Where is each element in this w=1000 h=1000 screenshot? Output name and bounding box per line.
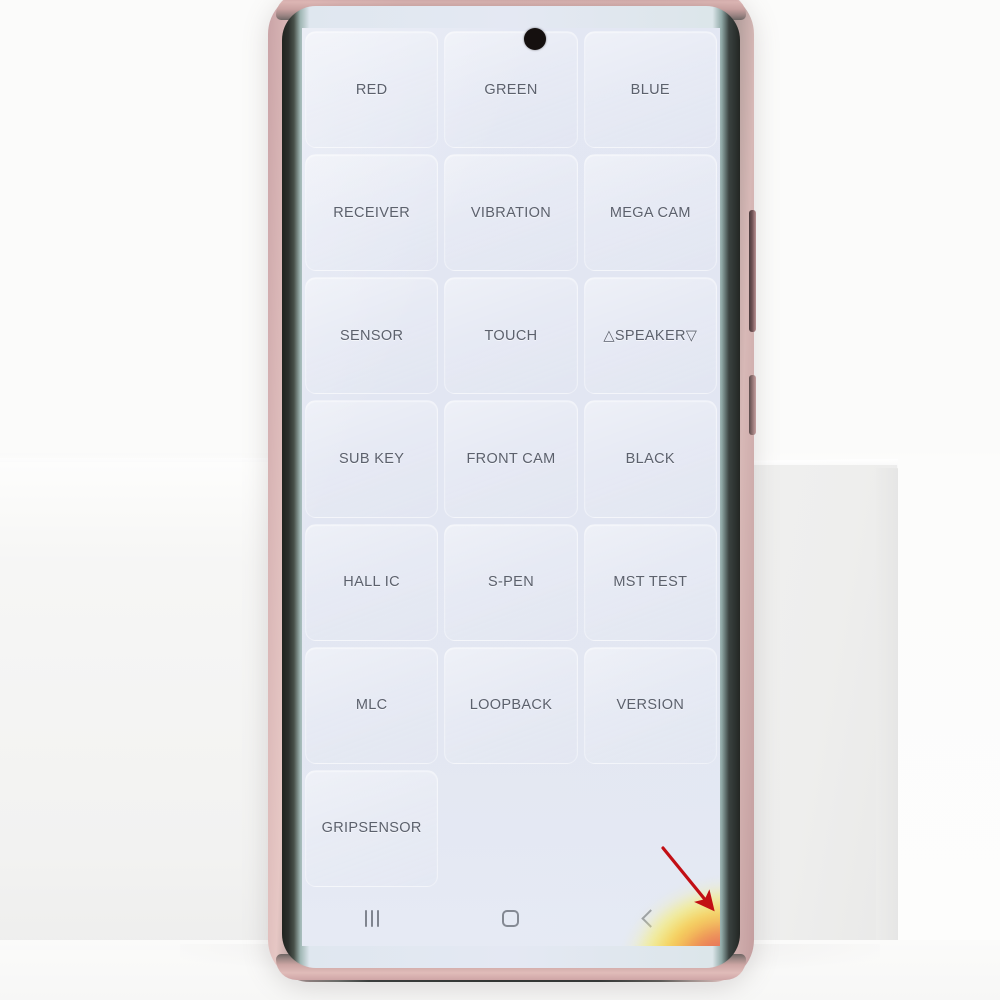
test-button-label: MEGA CAM — [609, 204, 691, 221]
test-button[interactable]: RECEIVER — [302, 151, 441, 274]
back-button[interactable] — [605, 895, 695, 941]
test-button[interactable]: BLUE — [581, 28, 720, 151]
test-button-label: GRIPSENSOR — [321, 820, 422, 837]
test-button-label: △SPEAKER▽ — [603, 327, 698, 344]
back-icon — [641, 908, 660, 928]
test-button-label: RED — [355, 81, 388, 98]
test-button-label: SENSOR — [339, 327, 404, 344]
navigation-bar — [302, 890, 720, 946]
test-button-label: LOOPBACK — [469, 697, 553, 714]
test-button[interactable]: GRIPSENSOR — [302, 767, 441, 890]
test-button-label: TOUCH — [484, 327, 538, 344]
test-button[interactable]: MLC — [302, 644, 441, 767]
test-button[interactable]: S-PEN — [441, 521, 580, 644]
test-button[interactable]: TOUCH — [441, 274, 580, 397]
test-button[interactable]: HALL IC — [302, 521, 441, 644]
grid-cell-empty — [441, 767, 580, 890]
test-button-grid: RED GREEN BLUE RECEIVER VIBRATION MEGA CAM SEN… — [302, 28, 720, 890]
volume-rocker-button[interactable] — [749, 210, 756, 332]
test-button[interactable]: △SPEAKER▽ — [581, 274, 720, 397]
photo-scene: RED GREEN BLUE RECEIVER VIBRATION MEGA CAM SEN… — [0, 0, 1000, 1000]
test-button-label: MLC — [355, 697, 388, 714]
test-button-label: VERSION — [616, 697, 685, 714]
recents-button[interactable] — [327, 895, 417, 941]
grid-cell-empty — [581, 767, 720, 890]
test-button-label: BLUE — [630, 81, 670, 98]
test-button-label: SUB KEY — [339, 450, 405, 467]
home-icon — [502, 909, 520, 927]
test-button-label: GREEN — [484, 81, 538, 98]
recents-icon — [364, 909, 379, 927]
test-button-label: BLACK — [625, 450, 675, 467]
test-button-label: MST TEST — [613, 574, 688, 591]
punch-hole-camera-icon — [524, 28, 546, 50]
screen-bezel: RED GREEN BLUE RECEIVER VIBRATION MEGA CAM SEN… — [282, 6, 740, 968]
test-button-label: FRONT CAM — [466, 450, 556, 467]
left-white-surface — [0, 462, 310, 982]
home-button[interactable] — [466, 895, 556, 941]
power-button[interactable] — [749, 375, 756, 435]
test-button[interactable]: FRONT CAM — [441, 397, 580, 520]
test-button-label: VIBRATION — [470, 204, 552, 221]
right-box-side-face — [876, 467, 898, 943]
test-button[interactable]: MST TEST — [581, 521, 720, 644]
phone-screen: RED GREEN BLUE RECEIVER VIBRATION MEGA CAM SEN… — [302, 28, 720, 946]
test-button-label: RECEIVER — [333, 204, 411, 221]
test-button-label: HALL IC — [343, 574, 401, 591]
test-button-label: S-PEN — [487, 574, 535, 591]
smartphone-device: RED GREEN BLUE RECEIVER VIBRATION MEGA CAM SEN… — [268, 0, 756, 982]
test-button[interactable]: LOOPBACK — [441, 644, 580, 767]
test-button[interactable]: RED — [302, 28, 441, 151]
test-button[interactable]: SENSOR — [302, 274, 441, 397]
test-button[interactable]: VIBRATION — [441, 151, 580, 274]
test-button[interactable]: MEGA CAM — [581, 151, 720, 274]
test-button[interactable]: GREEN — [441, 28, 580, 151]
test-button[interactable]: SUB KEY — [302, 397, 441, 520]
test-button[interactable]: BLACK — [581, 397, 720, 520]
test-button[interactable]: VERSION — [581, 644, 720, 767]
